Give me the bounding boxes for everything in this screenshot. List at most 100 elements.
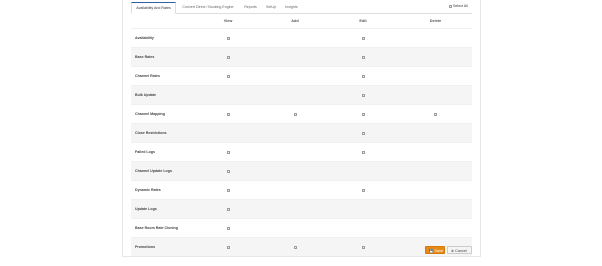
permission-cell-view — [193, 237, 263, 256]
permission-cell-add — [263, 66, 327, 86]
row-label: Channel Rates — [131, 66, 193, 86]
permission-cell-delete — [399, 142, 472, 162]
edit-checkbox[interactable] — [361, 36, 365, 40]
row-label: Promotions — [131, 237, 193, 256]
permission-cell-delete — [399, 218, 472, 238]
row-label: Availability — [131, 28, 193, 48]
permission-cell-edit — [327, 66, 399, 86]
table-row: Failed Logs — [131, 142, 472, 162]
floppy-disk-icon: 💾 — [429, 249, 434, 253]
row-label: Base Room Rate Cloning — [131, 218, 193, 238]
permission-cell-edit — [327, 142, 399, 162]
permission-cell-add — [263, 123, 327, 143]
table-row: Bulk Update — [131, 85, 472, 105]
permission-cell-delete — [399, 123, 472, 143]
edit-checkbox[interactable] — [361, 245, 365, 249]
edit-checkbox[interactable] — [361, 74, 365, 78]
tab-convert-direct-booking-engine[interactable]: Convert Direct / Booking Engine — [177, 2, 239, 13]
permission-cell-view — [193, 28, 263, 48]
permission-cell-view — [193, 142, 263, 162]
view-checkbox[interactable] — [226, 112, 230, 116]
permission-cell-edit — [327, 85, 399, 105]
table-row: Channel Mapping — [131, 104, 472, 124]
edit-checkbox[interactable] — [361, 55, 365, 59]
close-circle-icon: ⊗ — [451, 249, 455, 253]
permission-cell-edit — [327, 218, 399, 238]
permission-cell-edit — [327, 123, 399, 143]
select-all-label: Select All — [453, 4, 468, 8]
view-checkbox[interactable] — [226, 188, 230, 192]
permission-cell-delete — [399, 85, 472, 105]
permission-cell-view — [193, 180, 263, 200]
save-button[interactable]: 💾Save — [425, 246, 445, 254]
permission-cell-view — [193, 47, 263, 67]
view-checkbox[interactable] — [226, 150, 230, 154]
permission-cell-view — [193, 161, 263, 181]
permissions-table-body: Availability Base Rates Channel Rates Bulk … — [131, 28, 472, 256]
edit-checkbox[interactable] — [361, 150, 365, 154]
permission-cell-edit — [327, 180, 399, 200]
row-label: Base Rates — [131, 47, 193, 67]
permission-cell-add — [263, 47, 327, 67]
permission-cell-add — [263, 180, 327, 200]
row-label: Update Logs — [131, 199, 193, 219]
permission-cell-delete — [399, 28, 472, 48]
permission-cell-delete — [399, 161, 472, 181]
permission-cell-edit — [327, 47, 399, 67]
permission-cell-add — [263, 199, 327, 219]
table-row: Base Room Rate Cloning — [131, 218, 472, 238]
table-row: Update Logs — [131, 199, 472, 219]
view-checkbox[interactable] — [226, 74, 230, 78]
row-label: Channel Mapping — [131, 104, 193, 124]
permission-cell-add — [263, 28, 327, 48]
add-checkbox[interactable] — [293, 112, 297, 116]
row-label: Close Restrictions — [131, 123, 193, 143]
view-checkbox[interactable] — [226, 226, 230, 230]
tab-setup[interactable]: SetUp — [262, 2, 280, 13]
column-header-delete: Delete — [429, 19, 442, 23]
permission-cell-add — [263, 237, 327, 256]
permission-cell-add — [263, 85, 327, 105]
column-header-view: View — [223, 19, 233, 23]
permission-cell-edit — [327, 199, 399, 219]
view-checkbox[interactable] — [226, 245, 230, 249]
select-all-toggle[interactable]: Select All — [449, 3, 468, 9]
permission-cell-edit — [327, 161, 399, 181]
save-button-label: Save — [434, 249, 444, 253]
edit-checkbox[interactable] — [361, 112, 365, 116]
view-checkbox[interactable] — [226, 169, 230, 173]
table-row: Dynamic Rates — [131, 180, 472, 200]
view-checkbox[interactable] — [226, 36, 230, 40]
permission-cell-delete — [399, 199, 472, 219]
row-label: Dynamic Rates — [131, 180, 193, 200]
permission-cell-add — [263, 218, 327, 238]
permission-cell-view — [193, 85, 263, 105]
permission-cell-delete — [399, 104, 472, 124]
tab-insights[interactable]: Insights — [280, 2, 303, 13]
tab-reports[interactable]: Reports — [239, 2, 262, 13]
select-all-checkbox[interactable] — [449, 4, 452, 8]
edit-checkbox[interactable] — [361, 93, 365, 97]
edit-checkbox[interactable] — [361, 131, 365, 135]
permission-cell-add — [263, 104, 327, 124]
row-label: Failed Logs — [131, 142, 193, 162]
permission-cell-view — [193, 104, 263, 124]
permission-cell-view — [193, 199, 263, 219]
permission-cell-add — [263, 142, 327, 162]
edit-checkbox[interactable] — [361, 188, 365, 192]
table-header-row: View Add Edit Delete — [131, 14, 472, 29]
tab-availability-and-rates[interactable]: Availability And Rates — [131, 2, 176, 14]
view-checkbox[interactable] — [226, 207, 230, 211]
permission-cell-edit — [327, 237, 399, 256]
cancel-button[interactable]: ⊗Cancel — [447, 246, 472, 254]
view-checkbox[interactable] — [226, 55, 230, 59]
table-row: Channel Update Logs — [131, 161, 472, 181]
column-header-edit: Edit — [359, 19, 367, 23]
row-label: Channel Update Logs — [131, 161, 193, 181]
table-row: Availability — [131, 28, 472, 48]
add-checkbox[interactable] — [293, 245, 297, 249]
delete-checkbox[interactable] — [434, 112, 437, 116]
cancel-button-label: Cancel — [455, 249, 467, 253]
permission-cell-delete — [399, 47, 472, 67]
permission-cell-delete — [399, 66, 472, 86]
